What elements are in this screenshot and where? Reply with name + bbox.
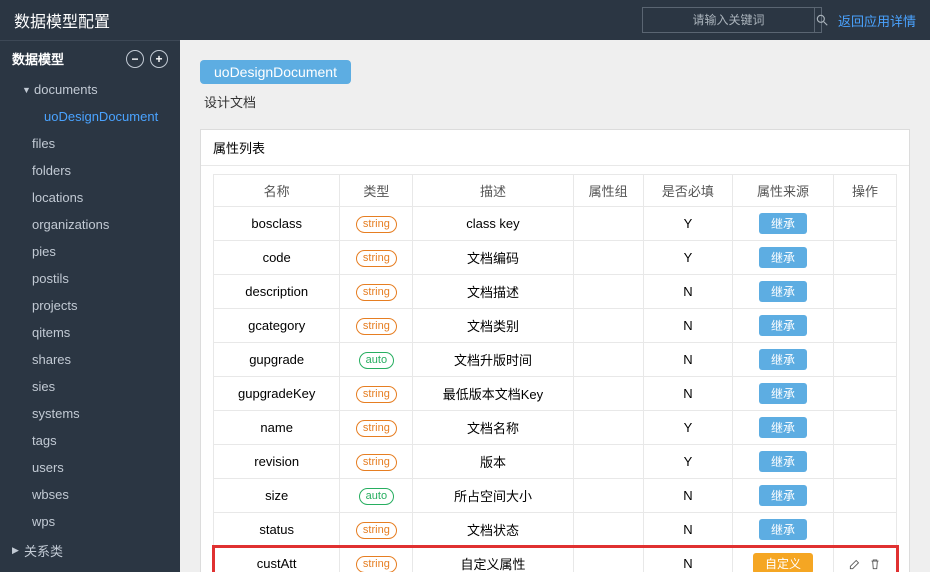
sidebar: 数据模型 − + ▼ documents uoDesignDocument fi… — [0, 40, 180, 572]
table-row: descriptionstring文档描述N继承 — [214, 275, 897, 309]
column-header: 属性来源 — [733, 175, 834, 207]
model-name-badge: uoDesignDocument — [200, 60, 351, 84]
panel-title: 属性列表 — [201, 130, 909, 166]
chevron-right-icon: ▶ — [12, 545, 20, 556]
tree-item-uodesigndocument[interactable]: uoDesignDocument — [0, 103, 180, 130]
tree-item-projects[interactable]: projects — [0, 292, 180, 319]
tree-section-relations[interactable]: ▶ 关系类 — [0, 535, 180, 566]
delete-icon[interactable] — [868, 557, 882, 571]
tree-label: documents — [34, 82, 98, 97]
table-row: revisionstring版本Y继承 — [214, 445, 897, 479]
type-tag: string — [356, 386, 397, 403]
source-badge: 继承 — [759, 213, 807, 234]
type-tag: string — [356, 420, 397, 437]
tree-item-postils[interactable]: postils — [0, 265, 180, 292]
attribute-panel: 属性列表 名称类型描述属性组是否必填属性来源操作 bosclassstringc… — [200, 129, 910, 572]
sidebar-tree: ▼ documents uoDesignDocument filesfolder… — [0, 76, 180, 572]
table-row: gcategorystring文档类别N继承 — [214, 309, 897, 343]
source-badge: 继承 — [759, 315, 807, 336]
column-header: 操作 — [834, 175, 897, 207]
source-badge: 继承 — [759, 349, 807, 370]
tree-item-systems[interactable]: systems — [0, 400, 180, 427]
table-row: statusstring文档状态N继承 — [214, 513, 897, 547]
type-tag: string — [356, 250, 397, 267]
column-header: 名称 — [214, 175, 340, 207]
sidebar-title: 数据模型 — [12, 49, 120, 68]
column-header: 类型 — [340, 175, 413, 207]
column-header: 是否必填 — [643, 175, 732, 207]
source-badge: 自定义 — [753, 553, 813, 572]
tree-label: 关系类 — [24, 541, 63, 560]
model-subtitle: 设计文档 — [204, 92, 910, 111]
source-badge: 继承 — [759, 383, 807, 404]
type-tag: string — [356, 216, 397, 233]
tree-item-wps[interactable]: wps — [0, 508, 180, 535]
source-badge: 继承 — [759, 247, 807, 268]
type-tag: string — [356, 454, 397, 471]
table-row: namestring文档名称Y继承 — [214, 411, 897, 445]
tree-item-wbses[interactable]: wbses — [0, 481, 180, 508]
collapse-icon[interactable]: − — [126, 50, 144, 68]
search-input[interactable] — [643, 13, 814, 27]
table-row: gupgradeauto文档升版时间N继承 — [214, 343, 897, 377]
tree-item-qitems[interactable]: qitems — [0, 319, 180, 346]
add-icon[interactable]: + — [150, 50, 168, 68]
column-header: 描述 — [413, 175, 573, 207]
source-badge: 继承 — [759, 281, 807, 302]
table-row: custAttstring自定义属性N自定义 — [214, 547, 897, 572]
top-bar: 数据模型配置 返回应用详情 — [0, 0, 930, 40]
type-tag: string — [356, 318, 397, 335]
source-badge: 继承 — [759, 451, 807, 472]
tree-item-folders[interactable]: folders — [0, 157, 180, 184]
column-header: 属性组 — [573, 175, 643, 207]
type-tag: auto — [359, 352, 394, 369]
table-row: sizeauto所占空间大小N继承 — [214, 479, 897, 513]
type-tag: string — [356, 284, 397, 301]
page-title: 数据模型配置 — [14, 8, 110, 32]
tree-item-organizations[interactable]: organizations — [0, 211, 180, 238]
chevron-down-icon: ▼ — [22, 85, 30, 95]
sidebar-header: 数据模型 − + — [0, 40, 180, 76]
tree-item-sies[interactable]: sies — [0, 373, 180, 400]
tree-label: uoDesignDocument — [44, 109, 158, 124]
back-link[interactable]: 返回应用详情 — [838, 11, 916, 30]
tree-item-locations[interactable]: locations — [0, 184, 180, 211]
table-row: bosclassstringclass keyY继承 — [214, 207, 897, 241]
type-tag: auto — [359, 488, 394, 505]
edit-icon[interactable] — [848, 557, 862, 571]
tree-item-shares[interactable]: shares — [0, 346, 180, 373]
tree-item-tags[interactable]: tags — [0, 427, 180, 454]
tree-item-users[interactable]: users — [0, 454, 180, 481]
search-box — [642, 7, 822, 33]
search-icon[interactable] — [814, 7, 829, 33]
type-tag: string — [356, 522, 397, 539]
main-panel: uoDesignDocument 设计文档 属性列表 名称类型描述属性组是否必填… — [180, 40, 930, 572]
tree-root-documents[interactable]: ▼ documents — [0, 76, 180, 103]
source-badge: 继承 — [759, 485, 807, 506]
type-tag: string — [356, 556, 397, 572]
table-row: gupgradeKeystring最低版本文档KeyN继承 — [214, 377, 897, 411]
tree-item-pies[interactable]: pies — [0, 238, 180, 265]
source-badge: 继承 — [759, 519, 807, 540]
tree-item-files[interactable]: files — [0, 130, 180, 157]
source-badge: 继承 — [759, 417, 807, 438]
attribute-table: 名称类型描述属性组是否必填属性来源操作 bosclassstringclass … — [213, 174, 897, 572]
table-row: codestring文档编码Y继承 — [214, 241, 897, 275]
